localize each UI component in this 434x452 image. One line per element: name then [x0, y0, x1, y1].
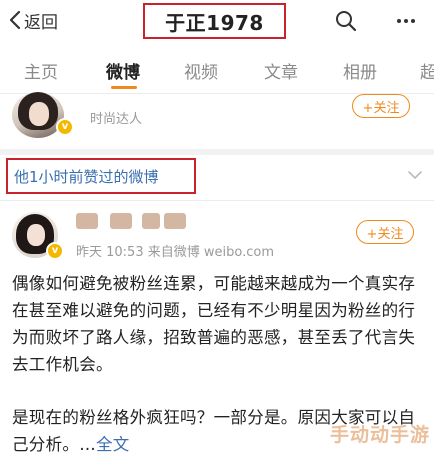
obscured-username[interactable] [76, 213, 98, 229]
tab-home[interactable]: 主页 [24, 58, 58, 83]
back-button[interactable]: 返回 [8, 8, 58, 33]
tab-video[interactable]: 视频 [184, 58, 218, 83]
top-nav-bar: 返回 于正1978 [0, 0, 434, 42]
search-icon[interactable] [334, 9, 358, 33]
tab-weibo[interactable]: 微博 [106, 58, 140, 83]
chevron-left-icon [9, 10, 21, 30]
verified-badge-icon: v [56, 118, 74, 136]
user-tag: 时尚达人 [90, 112, 143, 127]
divider [0, 200, 434, 201]
chevron-down-icon[interactable] [406, 166, 424, 184]
back-label: 返回 [24, 12, 58, 33]
section-gap [0, 149, 434, 155]
post-paragraph: 偶像如何避免被粉丝连累，可能越来越成为一个真实存在甚至难以避免的问题，已经有不少… [12, 274, 416, 374]
active-tab-indicator [111, 86, 137, 89]
obscured-username[interactable] [142, 213, 160, 229]
tab-super[interactable]: 超 [420, 58, 434, 83]
page-title: 于正1978 [165, 10, 264, 35]
verified-badge-icon: v [46, 242, 64, 260]
tab-album[interactable]: 相册 [343, 58, 377, 83]
obscured-username[interactable] [110, 213, 132, 229]
full-text-link[interactable]: 全文 [96, 435, 130, 452]
tab-articles[interactable]: 文章 [264, 58, 298, 83]
more-icon[interactable] [394, 9, 418, 33]
profile-tabs: 主页 微博 视频 文章 相册 超 [0, 44, 434, 94]
follow-button[interactable]: +关注 [352, 94, 410, 118]
recommended-user-card: v 时尚达人 +关注 [0, 92, 434, 149]
post-meta: 昨天 10:53 来自微博 weibo.com [76, 245, 274, 260]
liked-section-highlight-box: 他1小时前赞过的微博 [6, 158, 196, 194]
watermark: 手动动手游 [330, 424, 431, 446]
liked-section-label: 他1小时前赞过的微博 [14, 167, 159, 186]
title-highlight-box: 于正1978 [143, 3, 286, 39]
follow-button[interactable]: +关注 [356, 220, 414, 244]
obscured-username[interactable] [164, 213, 186, 229]
